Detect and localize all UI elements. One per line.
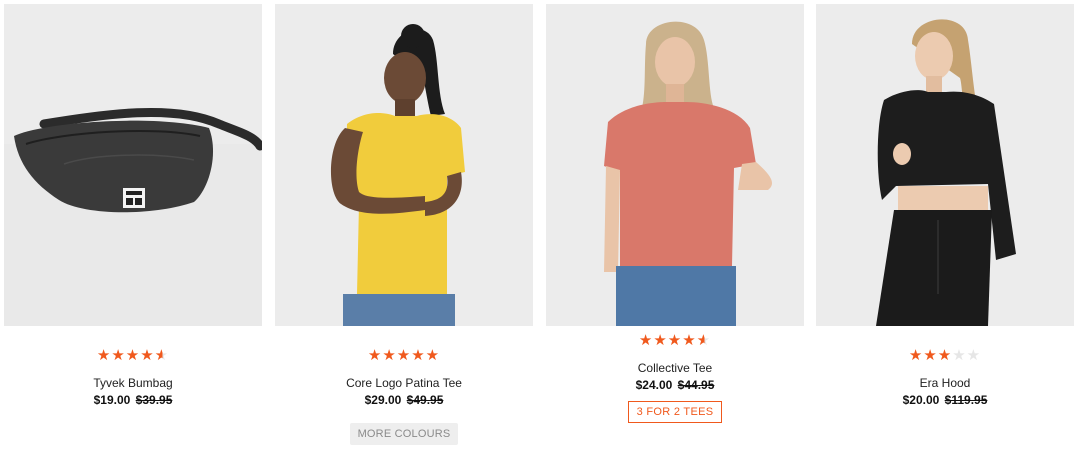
- star-icon: ★: [411, 347, 426, 364]
- black-hood-image: [816, 4, 1074, 326]
- product-card[interactable]: ★★★★★ Collective Tee $24.00 $44.95 3 FOR…: [546, 4, 804, 449]
- empty-star-icon: ★: [952, 347, 967, 364]
- product-name[interactable]: Collective Tee: [546, 361, 804, 375]
- star-icon: ★: [653, 332, 668, 349]
- product-image-pink-tee[interactable]: [546, 4, 804, 326]
- sale-price: $19.00: [93, 393, 131, 407]
- product-name[interactable]: Era Hood: [816, 376, 1074, 390]
- rating-stars: ★★★★★: [816, 348, 1074, 364]
- rating-stars: ★★★★★: [4, 348, 262, 364]
- bumbag-image: [4, 4, 262, 326]
- original-price: $39.95: [135, 393, 173, 407]
- star-icon: ★: [111, 347, 126, 364]
- product-name[interactable]: Tyvek Bumbag: [4, 376, 262, 390]
- empty-star-icon: ★: [966, 347, 982, 364]
- product-card[interactable]: ★★★★★ Core Logo Patina Tee $29.00 $49.95…: [275, 4, 533, 449]
- promo-badge[interactable]: 3 FOR 2 TEES: [627, 401, 723, 423]
- product-grid: ★★★★★ Tyvek Bumbag $19.00 $39.95 ★★★★★ C…: [0, 0, 1080, 455]
- rating-stars: ★★★★★: [275, 348, 533, 364]
- product-card[interactable]: ★★★★★ Era Hood $20.00 $119.95: [816, 4, 1074, 449]
- original-price: $44.95: [677, 378, 715, 392]
- product-image-bumbag[interactable]: [4, 4, 262, 326]
- product-image-black-hood[interactable]: [816, 4, 1074, 326]
- sale-price: $24.00: [635, 378, 673, 392]
- yellow-tee-image: [275, 4, 533, 326]
- product-info: ★★★★★ Tyvek Bumbag $19.00 $39.95: [4, 326, 262, 408]
- original-price: $49.95: [406, 393, 444, 407]
- star-icon: ★: [923, 347, 938, 364]
- half-star-icon: ★: [696, 332, 712, 349]
- product-price: $29.00 $49.95: [275, 393, 533, 407]
- product-name[interactable]: Core Logo Patina Tee: [275, 376, 533, 390]
- product-price: $24.00 $44.95: [546, 378, 804, 392]
- product-info: ★★★★★ Era Hood $20.00 $119.95: [816, 326, 1074, 408]
- half-star-icon: ★: [154, 347, 170, 364]
- sale-price: $29.00: [364, 393, 402, 407]
- star-icon: ★: [396, 347, 412, 364]
- star-icon: ★: [638, 332, 654, 349]
- star-icon: ★: [667, 332, 683, 349]
- product-image-yellow-tee[interactable]: [275, 4, 533, 326]
- star-icon: ★: [96, 347, 112, 364]
- star-icon: ★: [682, 332, 697, 349]
- product-card[interactable]: ★★★★★ Tyvek Bumbag $19.00 $39.95: [4, 4, 262, 449]
- star-icon: ★: [937, 347, 953, 364]
- star-icon: ★: [908, 347, 924, 364]
- sale-price: $20.00: [902, 393, 940, 407]
- star-icon: ★: [125, 347, 141, 364]
- product-info: ★★★★★ Core Logo Patina Tee $29.00 $49.95…: [275, 326, 533, 445]
- rating-stars: ★★★★★: [546, 333, 804, 349]
- pink-tee-image: [546, 4, 804, 326]
- star-icon: ★: [367, 347, 383, 364]
- product-info: ★★★★★ Collective Tee $24.00 $44.95 3 FOR…: [546, 326, 804, 423]
- original-price: $119.95: [944, 393, 988, 407]
- star-icon: ★: [140, 347, 155, 364]
- more-colours-button[interactable]: MORE COLOURS: [349, 423, 459, 445]
- star-icon: ★: [425, 347, 441, 364]
- product-price: $19.00 $39.95: [4, 393, 262, 407]
- star-icon: ★: [382, 347, 397, 364]
- product-price: $20.00 $119.95: [816, 393, 1074, 407]
